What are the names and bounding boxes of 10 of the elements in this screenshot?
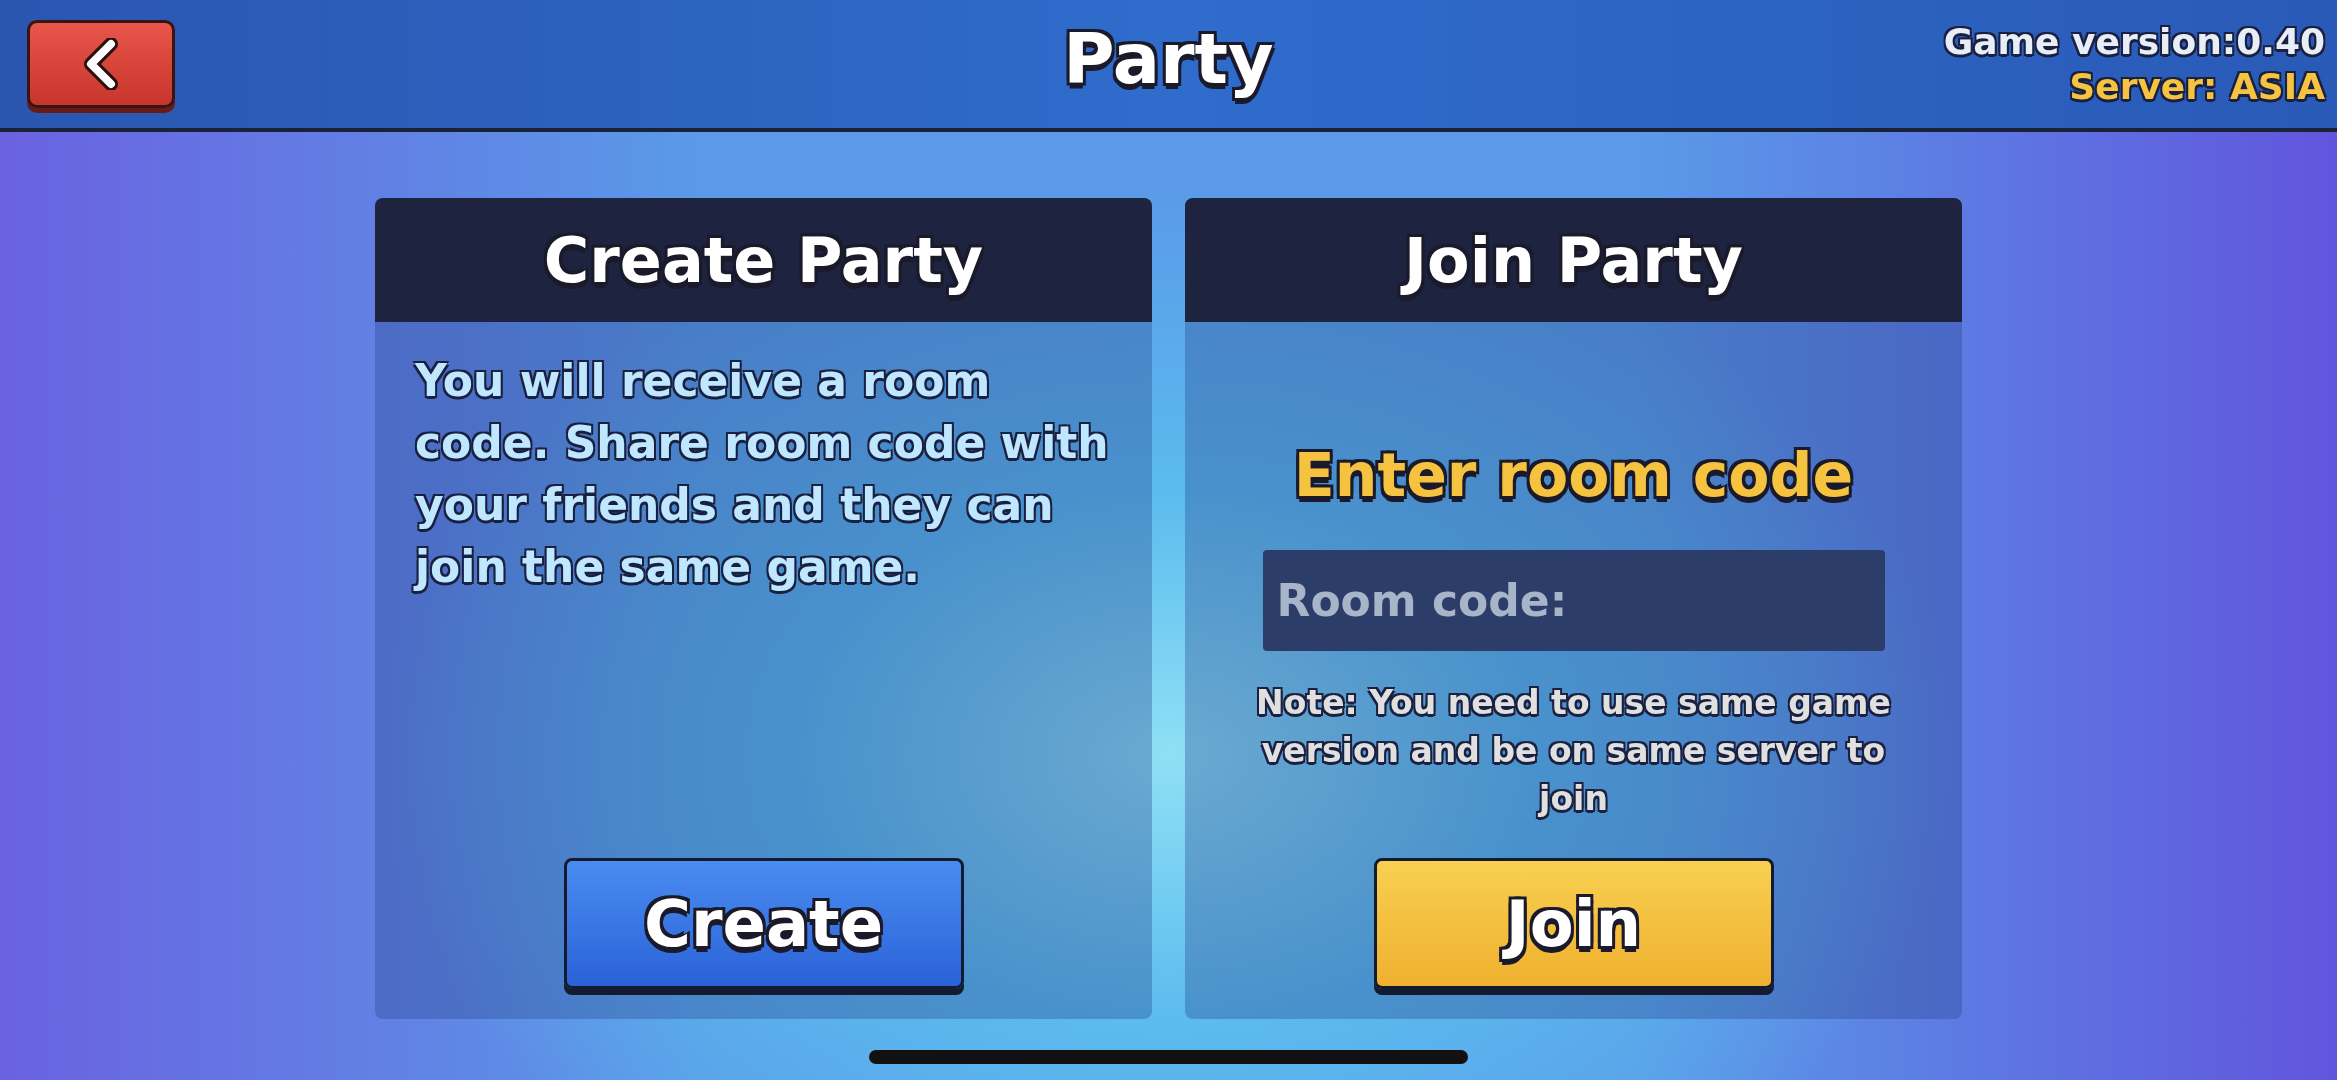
description-text: You will receive a room code. Share room code with your friends and they can join the same game. xyxy=(415,354,1110,594)
panel-title: Create Party xyxy=(375,198,1152,322)
chevron-left-icon xyxy=(81,38,121,90)
screen-title: Party xyxy=(1063,18,1274,100)
server-label: Server: ASIA xyxy=(2069,66,2325,107)
game-version-label: Game version:0.40 xyxy=(1943,21,2325,62)
enter-code-label: Enter room code xyxy=(1293,440,1854,510)
note-text: Note: You need to use same game version and be on same server to join xyxy=(1255,682,1892,820)
panel-title: Join Party xyxy=(1185,198,1962,322)
room-code-field[interactable]: Room code: xyxy=(1262,550,1885,651)
